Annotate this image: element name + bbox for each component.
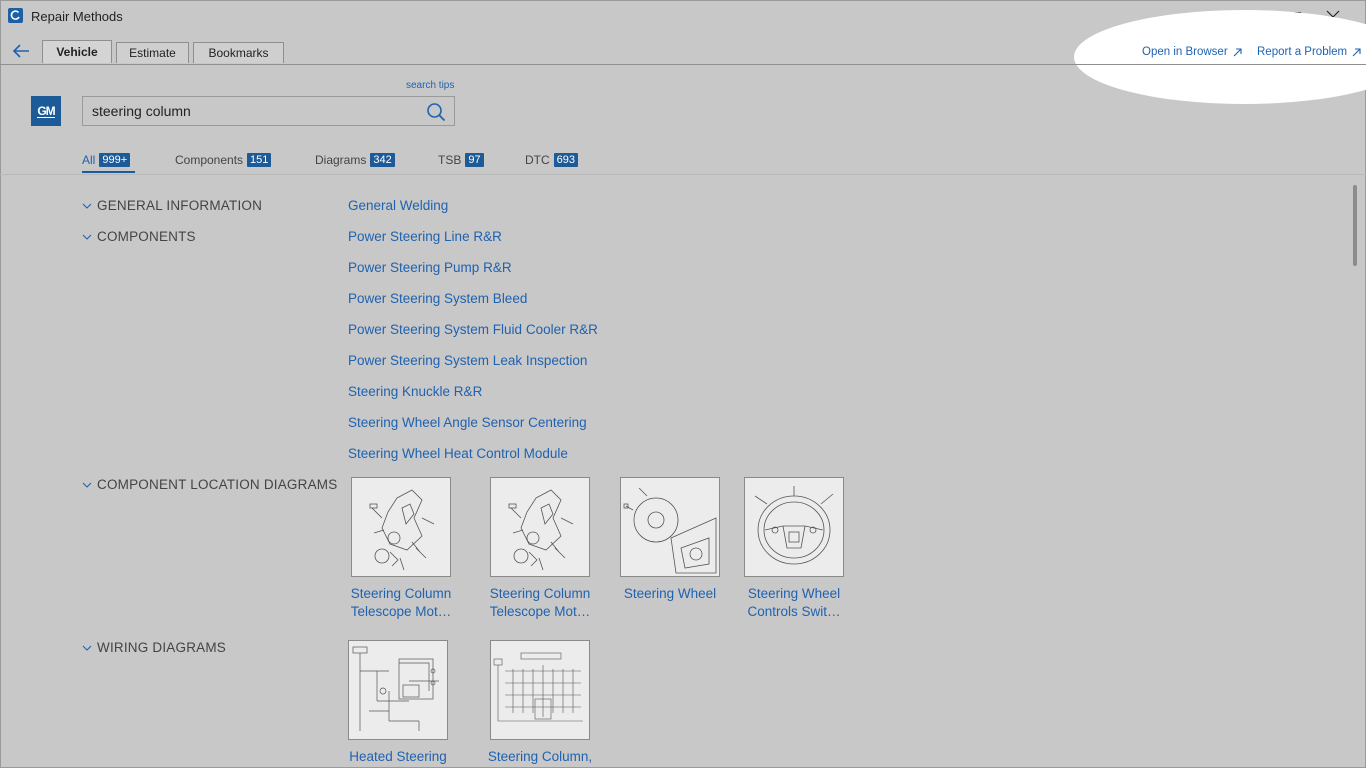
chevron-down-icon (82, 482, 92, 488)
chevron-down-icon (82, 203, 92, 209)
section-title: COMPONENT LOCATION DIAGRAMS (97, 477, 338, 492)
result-link[interactable]: General Welding (348, 198, 448, 213)
steering-wheel-diagram-image (623, 487, 717, 574)
filter-label: TSB (438, 153, 462, 167)
app-icon (8, 8, 23, 23)
wiring-thumbnail[interactable] (348, 640, 448, 740)
diagram-thumbnail[interactable] (351, 477, 451, 577)
wiring-thumbnail[interactable] (490, 640, 590, 740)
filter-tsb[interactable]: TSB 97 (438, 153, 484, 167)
search-icon (427, 103, 446, 122)
diagram-caption[interactable]: Steering Wheel Controls Swit… (729, 585, 859, 621)
result-link[interactable]: Steering Wheel Angle Sensor Centering (348, 415, 587, 430)
section-components[interactable]: COMPONENTS (82, 229, 196, 244)
chevron-down-icon (82, 645, 92, 651)
result-link[interactable]: Power Steering Line R&R (348, 229, 502, 244)
caption-line: Telescope Mot… (489, 604, 591, 619)
section-general-information[interactable]: GENERAL INFORMATION (82, 198, 262, 213)
search-input[interactable] (92, 103, 412, 119)
open-in-browser-link[interactable]: Open in Browser (1142, 46, 1242, 58)
report-problem-link[interactable]: Report a Problem (1257, 46, 1361, 58)
count-badge: 151 (247, 153, 272, 167)
result-link[interactable]: Steering Knuckle R&R (348, 384, 482, 399)
section-title: WIRING DIAGRAMS (97, 640, 227, 655)
caption-line: Steering Wheel (623, 586, 717, 601)
filter-dtc[interactable]: DTC 693 (525, 153, 579, 167)
filter-label: DTC (525, 153, 550, 167)
wiring-caption[interactable]: Steering Column, (475, 748, 605, 766)
section-component-location-diagrams[interactable]: COMPONENT LOCATION DIAGRAMS (82, 477, 337, 492)
caption-line: Steering Column (350, 586, 452, 601)
wiring-caption[interactable]: Heated Steering (333, 748, 463, 766)
caption-line: Heated Steering (349, 749, 447, 764)
diagram-thumbnail[interactable] (620, 477, 720, 577)
section-title: GENERAL INFORMATION (97, 198, 263, 213)
steering-column-diagram-image (508, 489, 574, 571)
tab-vehicle[interactable]: Vehicle (42, 40, 112, 63)
diagram-caption[interactable]: Steering Column Telescope Mot… (336, 585, 466, 621)
count-badge: 97 (465, 153, 484, 167)
filter-all[interactable]: All 999+ (82, 153, 131, 167)
count-badge: 693 (553, 153, 579, 167)
caption-line: Steering Column (489, 586, 591, 601)
gm-logo-text: GM (37, 103, 56, 118)
tab-estimate[interactable]: Estimate (116, 42, 189, 63)
gm-logo: GM (31, 96, 61, 126)
filter-label: Diagrams (315, 153, 367, 167)
diagram-thumbnail[interactable] (744, 477, 844, 577)
count-badge: 999+ (99, 153, 131, 167)
result-filters: All 999+ Components 151 Diagrams 342 TSB… (0, 150, 1366, 175)
section-title: COMPONENTS (97, 229, 196, 244)
result-link[interactable]: Power Steering Pump R&R (348, 260, 512, 275)
active-filter-underline (82, 171, 135, 173)
chevron-down-icon (82, 234, 92, 240)
section-wiring-diagrams[interactable]: WIRING DIAGRAMS (82, 640, 226, 655)
search-tips-link[interactable]: search tips (406, 80, 454, 91)
report-problem-label: Report a Problem (1257, 46, 1348, 58)
diagram-thumbnail[interactable] (490, 477, 590, 577)
diagram-caption[interactable]: Steering Column Telescope Mot… (475, 585, 605, 621)
caption-line: Steering Wheel (747, 586, 841, 601)
external-link-icon (1352, 47, 1361, 56)
steering-wheel-controls-diagram-image (754, 486, 834, 565)
scrollbar-thumb[interactable] (1353, 185, 1357, 266)
caption-line: Controls Swit… (747, 604, 841, 619)
back-button[interactable] (10, 41, 32, 61)
filter-label: Components (175, 153, 244, 167)
result-link[interactable]: Power Steering System Fluid Cooler R&R (348, 322, 598, 337)
filter-diagrams[interactable]: Diagrams 342 (315, 153, 395, 167)
filter-label: All (82, 153, 96, 167)
search-box (82, 96, 455, 126)
search-button[interactable] (426, 102, 446, 122)
diagram-caption[interactable]: Steering Wheel (605, 585, 735, 603)
count-badge: 342 (370, 153, 395, 167)
tab-bookmarks[interactable]: Bookmarks (193, 42, 284, 63)
wiring-diagram-image (352, 646, 439, 731)
filter-components[interactable]: Components 151 (175, 153, 272, 167)
result-link[interactable]: Power Steering System Leak Inspection (348, 353, 587, 368)
external-link-icon (1233, 47, 1242, 56)
wiring-diagram-image (493, 652, 583, 722)
caption-line: Telescope Mot… (350, 604, 452, 619)
steering-column-diagram-image (369, 489, 435, 571)
open-in-browser-label: Open in Browser (1142, 46, 1228, 58)
result-link[interactable]: Power Steering System Bleed (348, 291, 527, 306)
result-link[interactable]: Steering Wheel Heat Control Module (348, 446, 568, 461)
back-arrow-icon (12, 44, 29, 58)
caption-line: Steering Column, (487, 749, 593, 764)
window-title: Repair Methods (31, 9, 123, 24)
